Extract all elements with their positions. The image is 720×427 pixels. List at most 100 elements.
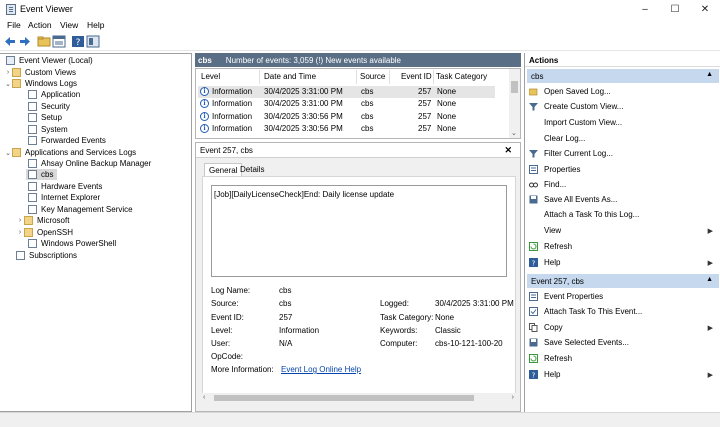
chevron-right-icon[interactable]: › <box>4 69 12 76</box>
actions-group-event[interactable]: Event 257, cbs ▲ <box>527 274 719 288</box>
events-scrollbar[interactable]: ⌄ <box>509 69 520 138</box>
row-source: cbs <box>361 112 374 121</box>
tree-item-application[interactable]: Application <box>28 89 80 100</box>
action-clear-log[interactable]: Clear Log... <box>529 132 717 145</box>
tab-details[interactable]: Details <box>236 163 268 177</box>
column-divider[interactable] <box>433 70 434 84</box>
chevron-down-icon[interactable]: ⌄ <box>511 129 517 137</box>
collapse-icon[interactable]: ▲ <box>706 276 713 283</box>
chevron-left-icon[interactable]: ‹ <box>203 394 205 401</box>
tree-item-custom-views[interactable]: › Custom Views <box>4 67 76 78</box>
folder-icon <box>12 68 21 77</box>
scrollbar-thumb[interactable] <box>511 81 518 93</box>
action-attach-task-to-event[interactable]: Attach Task To This Event... <box>529 305 717 318</box>
detail-horizontal-scrollbar[interactable]: ‹ › <box>202 393 516 403</box>
scrollbar-thumb[interactable] <box>214 395 474 401</box>
action-label: View <box>544 226 562 235</box>
row-task-category: None <box>437 124 457 133</box>
action-properties[interactable]: Properties <box>529 163 717 176</box>
table-row[interactable]: i Information 30/4/2025 3:30:56 PM cbs 2… <box>198 123 495 135</box>
action-save-all-events-as[interactable]: Save All Events As... <box>529 193 717 206</box>
menu-file[interactable]: File <box>7 20 21 30</box>
event-log-online-help-link[interactable]: Event Log Online Help <box>281 365 361 374</box>
action-import-custom-view[interactable]: Import Custom View... <box>529 116 717 129</box>
tree-item-key-management-service[interactable]: Key Management Service <box>28 204 133 215</box>
properties-icon[interactable] <box>52 35 66 48</box>
column-header-source[interactable]: Source <box>360 72 385 81</box>
close-icon[interactable]: ✕ <box>504 145 512 156</box>
menu-view[interactable]: View <box>60 20 78 30</box>
tree-item-event-viewer-local[interactable]: Event Viewer (Local) <box>6 55 93 66</box>
tree-item-setup[interactable]: Setup <box>28 112 62 123</box>
action-help[interactable]: ? Help ▶ <box>529 256 717 269</box>
minimize-button[interactable]: – <box>630 0 660 19</box>
close-button[interactable]: ✕ <box>690 0 720 19</box>
action-refresh[interactable]: Refresh <box>529 240 717 253</box>
tree-item-cbs[interactable]: cbs <box>26 169 58 180</box>
table-row[interactable]: i Information 30/4/2025 3:31:00 PM cbs 2… <box>198 86 495 98</box>
column-header-date-and-time[interactable]: Date and Time <box>264 72 316 81</box>
event-message[interactable]: [Job][DailyLicenseCheck]End: Daily licen… <box>211 185 507 277</box>
help-icon: ? <box>529 258 538 267</box>
collapse-icon[interactable]: ▲ <box>706 71 713 78</box>
action-label: Open Saved Log... <box>544 87 611 96</box>
table-row[interactable]: i Information 30/4/2025 3:30:56 PM cbs 2… <box>198 111 495 123</box>
column-divider[interactable] <box>356 70 357 84</box>
action-find[interactable]: Find... <box>529 178 717 191</box>
menu-action[interactable]: Action <box>28 20 52 30</box>
tree-item-microsoft[interactable]: › Microsoft <box>16 215 69 226</box>
tree-item-ahsay-online-backup-manager[interactable]: Ahsay Online Backup Manager <box>28 158 151 169</box>
action-open-saved-log[interactable]: Open Saved Log... <box>529 85 717 98</box>
maximize-button[interactable]: ☐ <box>660 0 690 19</box>
tree-item-hardware-events[interactable]: Hardware Events <box>28 181 102 192</box>
log-header: cbs Number of events: 3,059 (!) New even… <box>195 53 521 67</box>
tree-item-system[interactable]: System <box>28 124 68 135</box>
help-icon[interactable]: ? <box>71 35 85 48</box>
tree-item-label: Custom Views <box>25 68 76 77</box>
action-copy[interactable]: Copy ▶ <box>529 321 717 334</box>
find-icon <box>529 182 538 188</box>
action-event-properties[interactable]: Event Properties <box>529 290 717 303</box>
tree-item-security[interactable]: Security <box>28 101 70 112</box>
filter-icon <box>529 103 538 111</box>
back-icon[interactable] <box>3 35 17 48</box>
chevron-down-icon[interactable]: ⌄ <box>4 149 12 157</box>
action-view[interactable]: View ▶ <box>529 224 717 237</box>
tree-item-internet-explorer[interactable]: Internet Explorer <box>28 192 100 203</box>
action-attach-task-to-log[interactable]: Attach a Task To this Log... <box>529 208 717 221</box>
log-icon <box>28 125 37 134</box>
actions-group-cbs[interactable]: cbs ▲ <box>527 69 719 83</box>
general-tab-content: [Job][DailyLicenseCheck]End: Daily licen… <box>202 176 516 398</box>
tree-item-applications-and-services-logs[interactable]: ⌄ Applications and Services Logs <box>4 147 136 158</box>
chevron-right-icon[interactable]: › <box>16 229 24 236</box>
column-divider[interactable] <box>259 70 260 84</box>
tree-item-forwarded-events[interactable]: Forwarded Events <box>28 135 106 146</box>
menu-help[interactable]: Help <box>87 20 104 30</box>
column-header-event-id[interactable]: Event ID <box>401 72 432 81</box>
action-create-custom-view[interactable]: Create Custom View... <box>529 100 717 113</box>
action-refresh[interactable]: Refresh <box>529 352 717 365</box>
action-help[interactable]: ? Help ▶ <box>529 368 717 381</box>
table-row[interactable]: i Information 30/4/2025 3:31:00 PM cbs 2… <box>198 98 495 110</box>
folder-icon[interactable] <box>37 35 51 48</box>
action-save-selected-events[interactable]: Save Selected Events... <box>529 336 717 349</box>
column-header-task-category[interactable]: Task Category <box>436 72 487 81</box>
column-header-level[interactable]: Level <box>201 72 220 81</box>
chevron-right-icon[interactable]: › <box>512 394 514 401</box>
log-icon <box>28 205 37 214</box>
tree-item-windows-powershell[interactable]: Windows PowerShell <box>28 238 116 249</box>
forward-icon[interactable] <box>18 35 32 48</box>
action-filter-current-log[interactable]: Filter Current Log... <box>529 147 717 160</box>
show-hide-icon[interactable] <box>86 35 100 48</box>
log-icon <box>28 113 37 122</box>
subscriptions-icon <box>16 251 25 260</box>
chevron-down-icon[interactable]: ⌄ <box>4 80 12 88</box>
column-divider[interactable] <box>389 70 390 84</box>
row-source: cbs <box>361 87 374 96</box>
action-label: Clear Log... <box>544 134 586 143</box>
tree-item-subscriptions[interactable]: Subscriptions <box>16 250 77 261</box>
chevron-right-icon[interactable]: › <box>16 217 24 224</box>
tree-item-openssh[interactable]: › OpenSSH <box>16 227 73 238</box>
tree-item-windows-logs[interactable]: ⌄ Windows Logs <box>4 78 77 89</box>
save-icon <box>529 195 538 204</box>
